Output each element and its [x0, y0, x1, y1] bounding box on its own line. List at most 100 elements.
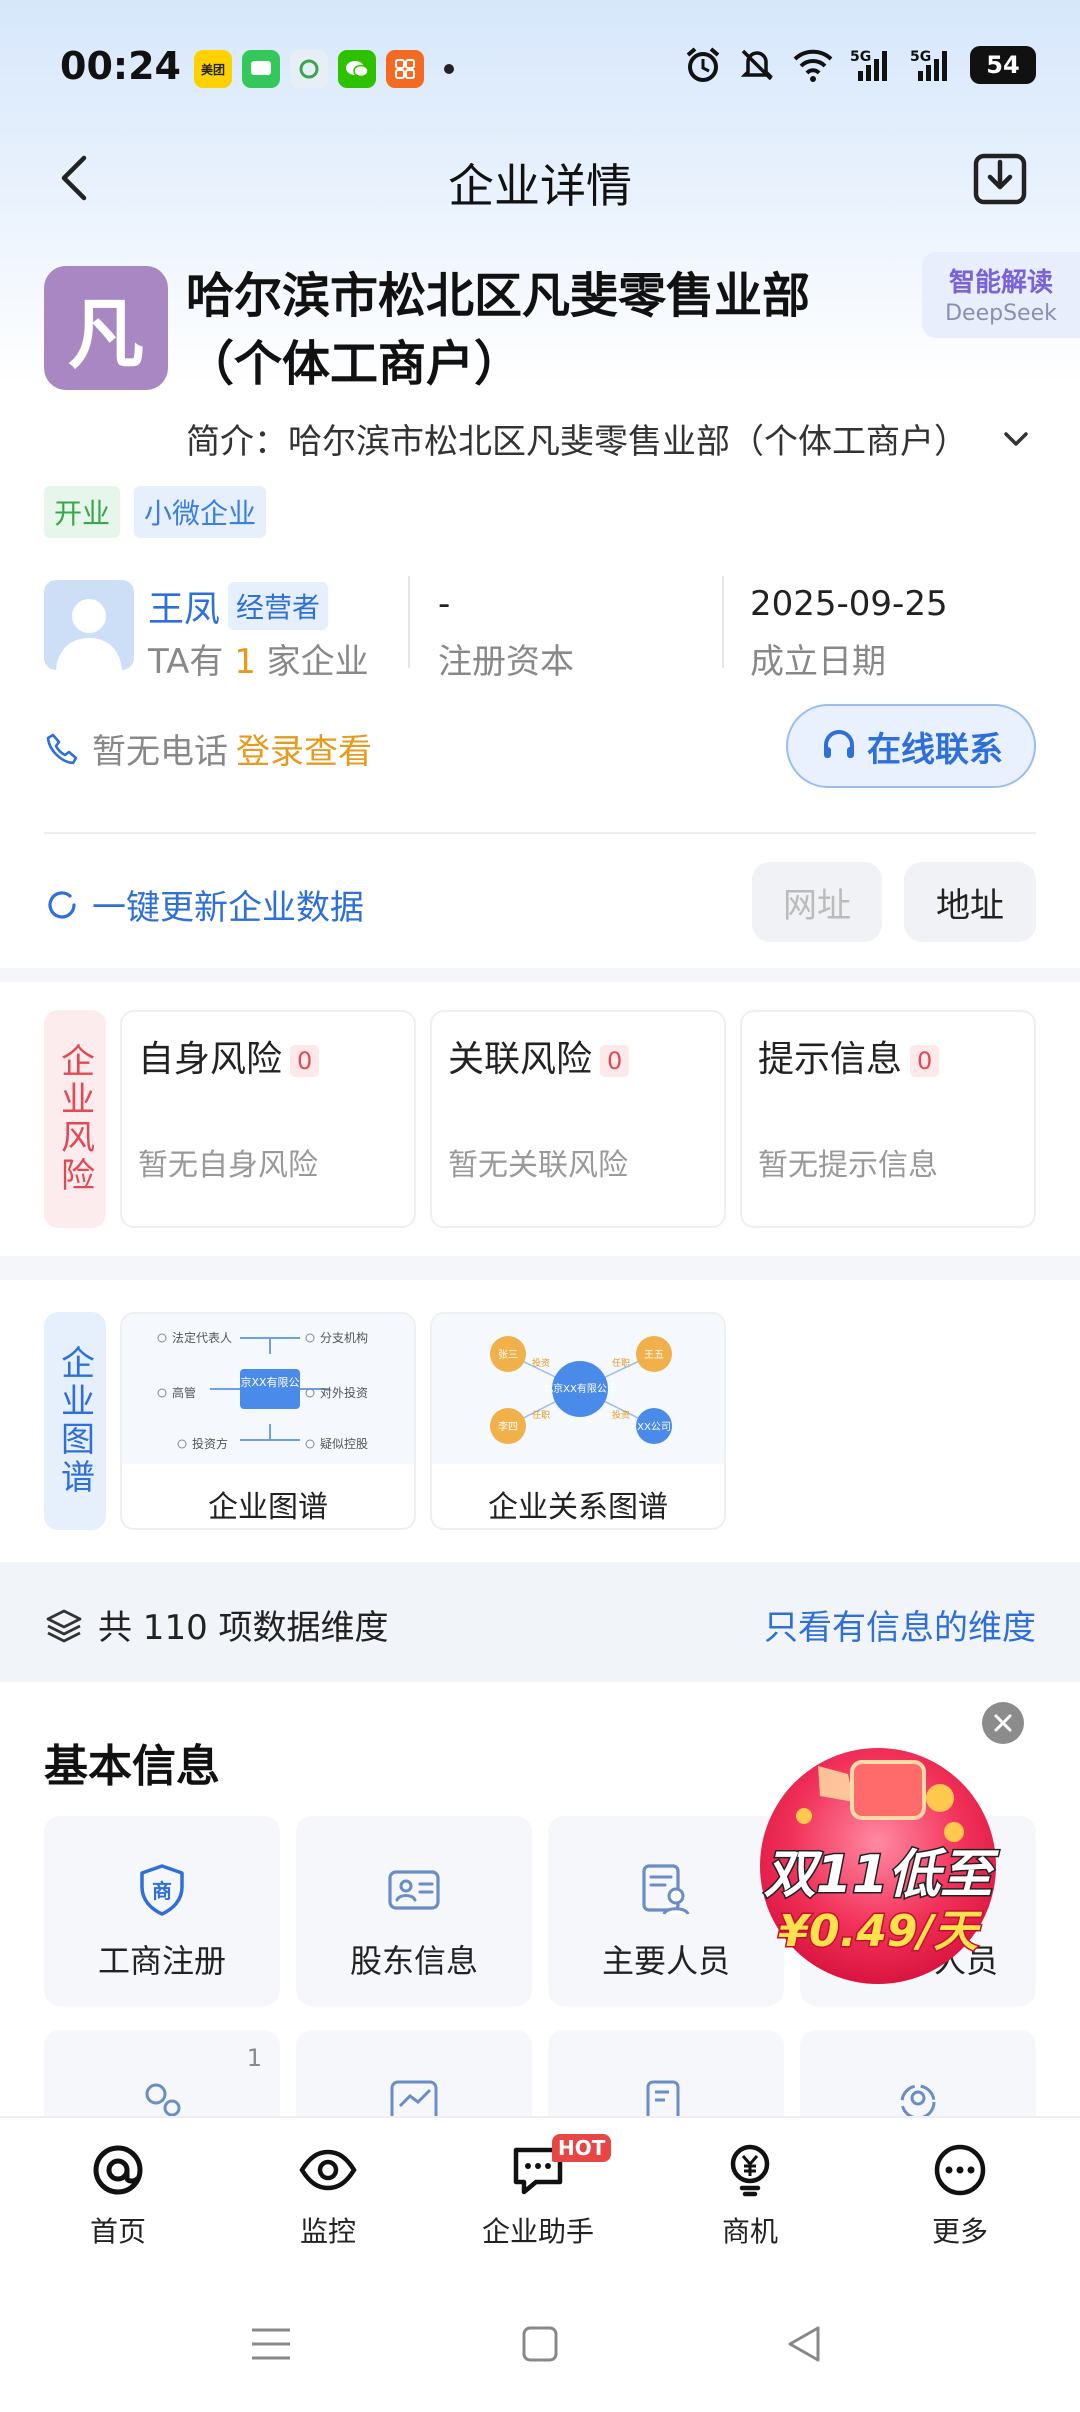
risk-empty-text: 暂无关联风险 [448, 1148, 628, 1183]
promo-line2: ¥0.49/天 [778, 1906, 982, 1957]
risk-count-badge: 0 [290, 1045, 320, 1077]
risk-empty-text: 暂无自身风险 [138, 1148, 318, 1183]
risk-count-badge: 0 [910, 1045, 940, 1077]
online-contact-button[interactable]: 在线联系 [786, 704, 1036, 788]
back-triangle-icon[interactable] [784, 2324, 824, 2364]
notification-icons: 美团 [194, 50, 454, 88]
graph-node: 法定代表人 [172, 1330, 232, 1345]
nav-home[interactable]: 首页 [38, 2140, 198, 2250]
person-cycle-icon [900, 2084, 936, 2116]
established-date-value: 2025-09-25 [750, 584, 948, 624]
relation-edge-label: 任职 [532, 1409, 550, 1421]
meituan-icon: 美团 [194, 50, 232, 88]
header-background [0, 0, 1080, 960]
avatar[interactable] [44, 580, 134, 670]
download-icon [973, 153, 1027, 205]
enterprise-graph-label: 企业图谱 [44, 1312, 106, 1530]
ai-badge-title: 智能解读 [948, 268, 1053, 298]
shareholder-info-card[interactable]: 股东信息 [296, 1816, 532, 2006]
online-contact-label: 在线联系 [867, 729, 1003, 770]
risk-empty-text: 暂无提示信息 [758, 1148, 938, 1183]
status-bar: 00:24 美团 5G 5G 54 [0, 0, 1080, 140]
people-icon [145, 2083, 181, 2116]
download-button[interactable] [972, 148, 1028, 208]
home-square-icon[interactable] [520, 2324, 560, 2364]
relation-edge-label: 投资 [612, 1409, 630, 1421]
person-silhouette-icon [56, 599, 122, 670]
bottom-navigation: 首页 监控 HOT 企业助手 商机 更多 [0, 2116, 1080, 2280]
id-card-icon [388, 1870, 440, 1910]
close-icon [994, 1714, 1012, 1732]
enterprise-graph-card[interactable]: 北京XX有限公司 法定代表人 分支机构 高管 对外投资 投资方 疑似控股 企业图… [120, 1312, 416, 1530]
status-tags: 开业 小微企业 [44, 486, 267, 538]
company-intro[interactable]: 简介： 哈尔滨市松北区凡斐零售业部（个体工商户） [186, 414, 1036, 463]
nav-assistant[interactable]: HOT 企业助手 [458, 2134, 618, 2250]
yen-bulb-icon [730, 2144, 770, 2197]
risk-title-text: 提示信息 [758, 1039, 903, 1080]
chevron-down-icon[interactable] [996, 419, 1036, 459]
menu-icon[interactable] [250, 2324, 292, 2364]
registered-capital-value: - [438, 584, 451, 624]
svg-text:商: 商 [152, 1879, 172, 1903]
relation-graph-card[interactable]: 北京XX有限公司 张三 王五 李四 XX公司 投资 任职 任职 投资 企业关系图… [430, 1312, 726, 1530]
chart-icon [390, 2080, 438, 2116]
dimensions-text: 共 110 项数据维度 [98, 1608, 389, 1648]
update-data-button[interactable]: 一键更新企业数据 [44, 880, 364, 929]
risk-title: 自身风险 0 [138, 1030, 320, 1082]
system-status-icons: 5G 5G 54 [684, 46, 1036, 84]
graph-node: 分支机构 [320, 1330, 368, 1345]
enterprise-graph-thumbnail: 北京XX有限公司 法定代表人 分支机构 高管 对外投资 投资方 疑似控股 [122, 1314, 414, 1464]
role-badge: 经营者 [228, 582, 329, 630]
app-icon [290, 50, 328, 88]
promo-banner[interactable]: 双11低至 ¥0.49/天 [748, 1736, 1008, 1988]
related-risk-card[interactable]: 关联风险 0 暂无关联风险 [430, 1010, 726, 1228]
relation-node: 张三 [498, 1349, 518, 1361]
document-icon [646, 2080, 680, 2116]
graph-card-label: 企业关系图谱 [488, 1490, 668, 1525]
divider [44, 832, 1036, 834]
established-date-label: 成立日期 [750, 642, 886, 682]
hot-badge: HOT [552, 2134, 612, 2162]
enterprise-risk-label: 企业风险 [44, 1010, 106, 1228]
card-count-badge: 1 [246, 2044, 262, 2072]
headset-icon [824, 730, 854, 758]
count-suffix: 家企业 [255, 642, 369, 682]
home-at-icon [93, 2145, 143, 2195]
nav-more[interactable]: 更多 [880, 2140, 1040, 2250]
info-card[interactable] [296, 2030, 532, 2116]
battery-icon: 54 [970, 46, 1036, 84]
person-company-count[interactable]: TA有 1 家企业 [148, 634, 369, 683]
address-button[interactable]: 地址 [904, 862, 1036, 942]
dimensions-count: 共 110 项数据维度 [44, 1600, 389, 1649]
phone-icon [46, 733, 78, 764]
system-navigation-bar [0, 2280, 1080, 2412]
more-notifications-dot [444, 64, 454, 74]
promo-graphic: 双11低至 ¥0.49/天 [760, 1748, 1001, 1984]
self-risk-card[interactable]: 自身风险 0 暂无自身风险 [120, 1010, 416, 1228]
business-registration-card[interactable]: 商 工商注册 [44, 1816, 280, 2006]
nav-label: 更多 [931, 2215, 988, 2248]
info-card[interactable] [548, 2030, 784, 2116]
info-card[interactable] [800, 2030, 1036, 2116]
graph-node: 疑似控股 [320, 1436, 368, 1451]
card-label: 工商注册 [97, 1942, 226, 1980]
eye-icon [299, 2149, 357, 2191]
nav-opportunity[interactable]: 商机 [670, 2140, 830, 2250]
registered-capital-label: 注册资本 [438, 642, 574, 682]
section-separator [0, 968, 1080, 982]
graph-node: 投资方 [192, 1436, 228, 1451]
phone-row: 暂无电话 登录查看 [44, 724, 372, 773]
website-button[interactable]: 网址 [752, 862, 882, 942]
nav-monitor[interactable]: 监控 [248, 2140, 408, 2250]
info-card[interactable]: 1 [44, 2030, 280, 2116]
notice-info-card[interactable]: 提示信息 0 暂无提示信息 [740, 1010, 1036, 1228]
divider [722, 576, 724, 668]
section-separator [0, 1256, 1080, 1280]
only-with-info-link[interactable]: 只看有信息的维度 [764, 1600, 1036, 1649]
ai-interpret-button[interactable]: 智能解读 DeepSeek [922, 252, 1080, 338]
login-view-link[interactable]: 登录查看 [236, 724, 372, 773]
risk-count-badge: 0 [600, 1045, 630, 1077]
risk-title: 提示信息 0 [758, 1030, 940, 1082]
count-prefix: TA有 [148, 642, 235, 682]
legal-person-name[interactable]: 王凤 [148, 580, 220, 632]
